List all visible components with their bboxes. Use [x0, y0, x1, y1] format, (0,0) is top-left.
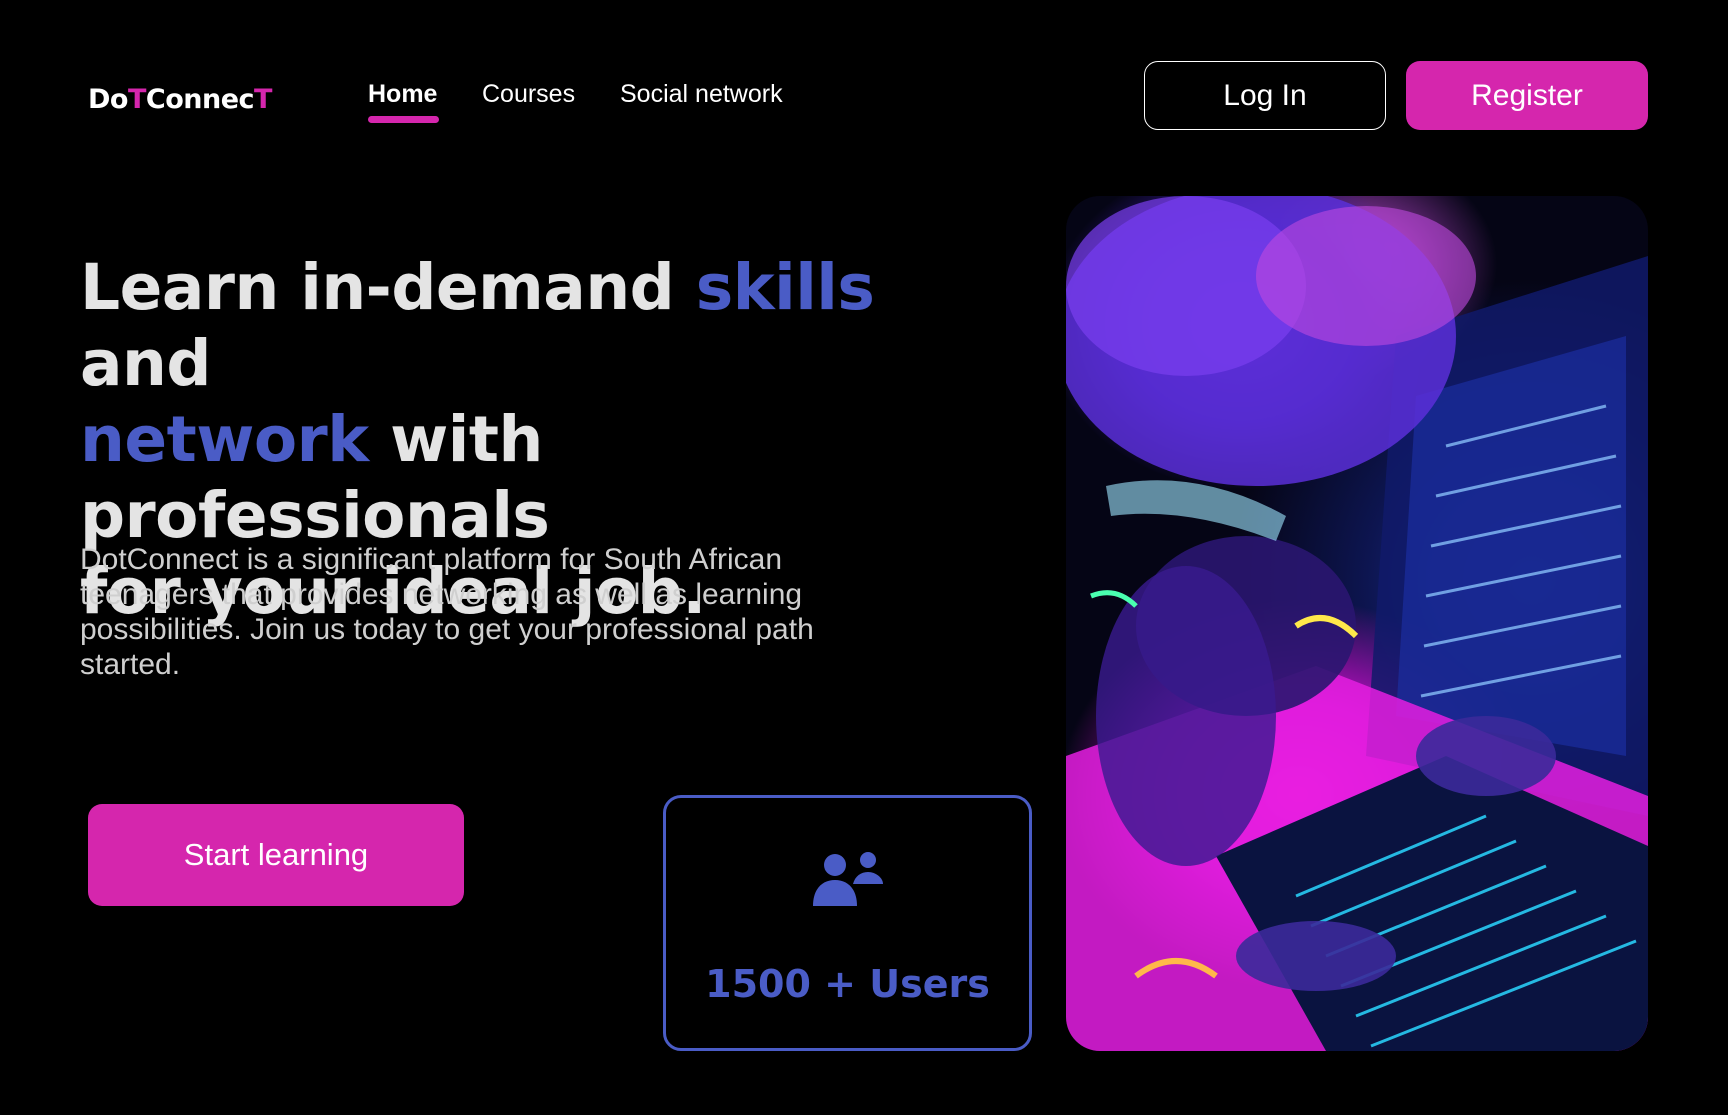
login-button[interactable]: Log In: [1144, 61, 1386, 130]
logo-text-connec: Connec: [145, 84, 255, 115]
hero-title-accent-network: network: [80, 403, 369, 476]
logo[interactable]: DoTConnecT: [88, 86, 272, 113]
nav-item-home[interactable]: Home: [368, 80, 439, 123]
hero-title-text: Learn in-demand: [80, 251, 696, 324]
nav-item-courses[interactable]: Courses: [482, 80, 575, 109]
logo-text-t-end: T: [254, 84, 272, 115]
hero-title-accent-skills: skills: [695, 251, 875, 324]
logo-text-do: Do: [88, 84, 128, 115]
hero-illustration: [1066, 196, 1648, 1051]
start-learning-button[interactable]: Start learning: [88, 804, 464, 906]
users-icon: [813, 852, 883, 906]
users-count-label: 1500 + Users: [705, 962, 990, 1006]
nav-item-social-network-label: Social network: [620, 80, 783, 108]
hero-title-text: and: [80, 327, 211, 400]
hero-description: DotConnect is a significant platform for…: [80, 543, 814, 681]
active-nav-indicator: [368, 116, 439, 123]
hero-illustration-art: [1066, 196, 1648, 1051]
register-button[interactable]: Register: [1406, 61, 1648, 130]
nav-item-social-network[interactable]: Social network: [620, 80, 783, 109]
logo-text-t: T: [127, 84, 146, 115]
users-stat-card: 1500 + Users: [663, 795, 1032, 1051]
nav-item-courses-label: Courses: [482, 80, 576, 108]
landing-page: DoTConnecT Home Courses Social network L…: [0, 0, 1728, 1115]
nav-item-home-label: Home: [368, 80, 438, 108]
